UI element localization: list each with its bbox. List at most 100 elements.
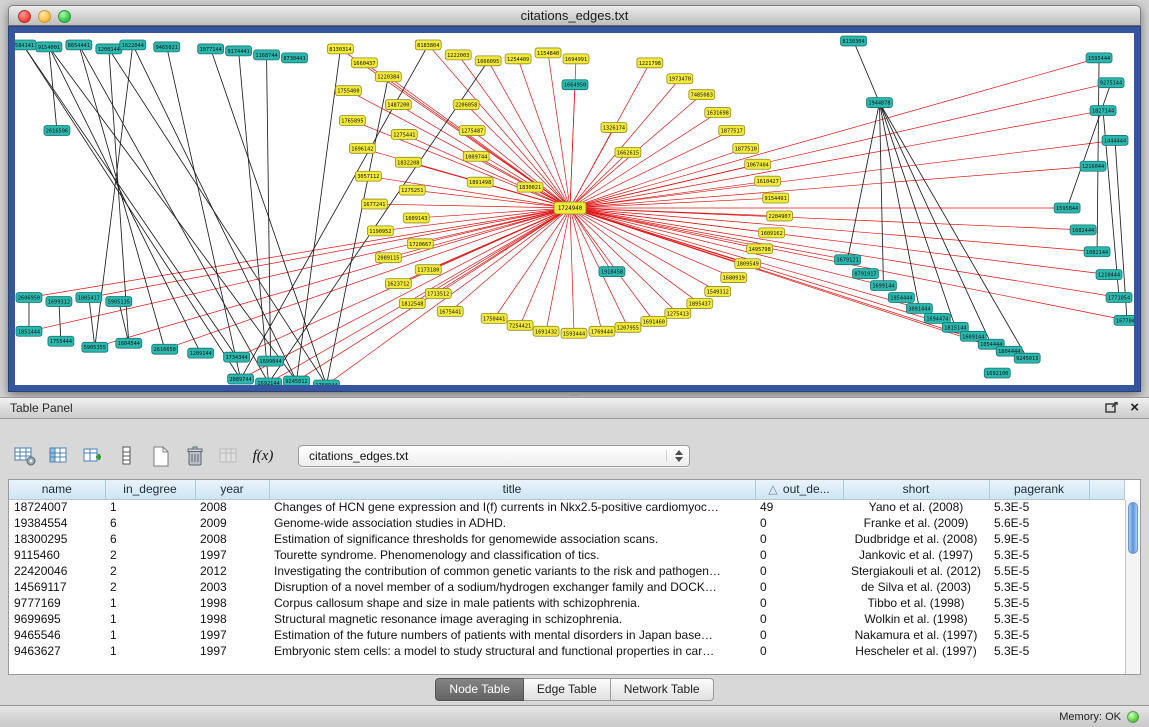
- graph-node[interactable]: 1682444: [1070, 225, 1096, 235]
- graph-node[interactable]: 2204907: [767, 211, 793, 221]
- tab-edge-table[interactable]: Edge Table: [523, 678, 611, 701]
- graph-node[interactable]: 1765895: [339, 116, 365, 126]
- graph-node[interactable]: 1696142: [349, 143, 375, 153]
- graph-node[interactable]: 1082144: [1084, 247, 1110, 257]
- graph-node[interactable]: 1677241: [361, 199, 387, 209]
- graph-node[interactable]: 1755444: [48, 336, 74, 346]
- graph-node[interactable]: 1666095: [475, 56, 501, 66]
- graph-node[interactable]: 8130314: [327, 44, 353, 54]
- graph-node[interactable]: 1877517: [719, 125, 745, 135]
- graph-node[interactable]: 9465021: [154, 42, 180, 52]
- graph-node[interactable]: 1275441: [391, 129, 417, 139]
- graph-node[interactable]: 2616650: [152, 344, 178, 354]
- graph-node[interactable]: 1720667: [407, 239, 433, 249]
- graph-node[interactable]: 1734344: [224, 352, 250, 362]
- graph-node[interactable]: 5905135: [106, 297, 132, 307]
- zoom-window-button[interactable]: [58, 10, 71, 23]
- graph-node[interactable]: 1691432: [533, 326, 559, 336]
- graph-node[interactable]: 1679121: [835, 255, 861, 265]
- table-vertical-scrollbar[interactable]: [1125, 500, 1140, 674]
- graph-node[interactable]: 1675441: [437, 306, 463, 316]
- graph-node[interactable]: 1854444: [888, 293, 914, 303]
- graph-node[interactable]: 1604544: [116, 338, 142, 348]
- graph-node[interactable]: 1944878: [866, 98, 892, 108]
- graph-node[interactable]: 9245012: [284, 376, 310, 385]
- graph-node[interactable]: 1973470: [667, 74, 693, 84]
- float-panel-icon[interactable]: [1105, 402, 1118, 414]
- table-row[interactable]: 1456911722003Disruption of a novel membe…: [9, 579, 1125, 595]
- graph-node[interactable]: 1755400: [335, 86, 361, 96]
- graph-node[interactable]: 2089115: [375, 253, 401, 263]
- graph-node[interactable]: 1220384: [375, 72, 401, 82]
- graph-node[interactable]: 1444444: [1102, 135, 1128, 145]
- graph-node[interactable]: 1694991: [563, 54, 589, 64]
- graph-node[interactable]: 1221798: [637, 58, 663, 68]
- graph-node[interactable]: 1623712: [385, 279, 411, 289]
- graph-node[interactable]: 3091444: [906, 303, 932, 313]
- column-header-name[interactable]: name: [9, 480, 105, 499]
- graph-node[interactable]: 1209144: [188, 348, 214, 358]
- graph-node[interactable]: 1207955: [615, 322, 641, 332]
- graph-node[interactable]: 1660437: [351, 58, 377, 68]
- graph-node[interactable]: 2089744: [228, 374, 254, 384]
- graph-node[interactable]: 9245013: [1014, 353, 1040, 363]
- graph-node[interactable]: 1495798: [747, 244, 773, 254]
- delete-table-icon[interactable]: [182, 443, 208, 469]
- graph-node[interactable]: 1815144: [942, 322, 968, 332]
- graph-node[interactable]: 8730441: [282, 53, 308, 63]
- table-row[interactable]: 1938455462009Genome-wide association stu…: [9, 515, 1125, 531]
- graph-node[interactable]: 1680919: [721, 273, 747, 283]
- graph-node[interactable]: 9275144: [1098, 78, 1124, 88]
- graph-node[interactable]: 1664950: [562, 80, 588, 90]
- graph-node[interactable]: 1275251: [399, 185, 425, 195]
- graph-node[interactable]: 1622044: [120, 40, 146, 50]
- graph-node[interactable]: 1067404: [745, 159, 771, 169]
- minimize-window-button[interactable]: [38, 10, 51, 23]
- graph-node[interactable]: 1851444: [16, 326, 42, 336]
- graph-node[interactable]: 1610427: [755, 176, 781, 186]
- graph-node[interactable]: 8654441: [66, 40, 92, 50]
- graph-node[interactable]: 1830021: [517, 182, 543, 192]
- table-row[interactable]: 1872400712008Changes of HCN gene express…: [9, 499, 1125, 515]
- graph-node[interactable]: 1595844: [1054, 203, 1080, 213]
- graph-node[interactable]: 1077144: [198, 44, 224, 54]
- graph-node[interactable]: 1677044: [1114, 315, 1134, 325]
- graph-node[interactable]: 1827144: [1090, 106, 1116, 116]
- graph-node[interactable]: 1699312: [46, 297, 72, 307]
- column-header-out-de[interactable]: △ out_de...: [755, 480, 843, 499]
- graph-node[interactable]: 9154491: [763, 193, 789, 203]
- table-row[interactable]: 946554611997Estimation of the future num…: [9, 627, 1125, 643]
- column-header-pagerank[interactable]: pagerank: [989, 480, 1089, 499]
- graph-node[interactable]: 1895437: [687, 298, 713, 308]
- graph-node[interactable]: 1326174: [601, 122, 627, 132]
- table-row[interactable]: 969969511998Structural magnetic resonanc…: [9, 611, 1125, 627]
- row-tools-icon[interactable]: [114, 443, 140, 469]
- graph-node[interactable]: 1275487: [459, 125, 485, 135]
- graph-node[interactable]: 8791917: [853, 269, 879, 279]
- graph-node[interactable]: 1662615: [615, 147, 641, 157]
- graph-node[interactable]: 2616506: [44, 125, 70, 135]
- table-row[interactable]: 977716911998Corpus callosum shape and si…: [9, 595, 1125, 611]
- graph-node[interactable]: 1692100: [984, 368, 1010, 378]
- graph-node[interactable]: 1713512: [425, 289, 451, 299]
- graph-node[interactable]: 1699144: [870, 281, 896, 291]
- table-row[interactable]: 946362711997Embryonic stem cells: a mode…: [9, 643, 1125, 659]
- graph-node[interactable]: 1487200: [385, 100, 411, 110]
- graph-node[interactable]: 1769444: [589, 326, 615, 336]
- graph-node[interactable]: 1200144: [96, 44, 122, 54]
- graph-node[interactable]: 1891498: [467, 177, 493, 187]
- graph-node[interactable]: 9154001: [36, 42, 62, 52]
- column-header-title[interactable]: title: [269, 480, 755, 499]
- graph-node[interactable]: 8183804: [415, 40, 441, 50]
- graph-node[interactable]: 9174441: [226, 46, 252, 56]
- graph-node[interactable]: 1809549: [735, 259, 761, 269]
- table-selector-dropdown[interactable]: citations_edges.txt: [298, 445, 690, 467]
- graph-node[interactable]: 1805417: [76, 293, 102, 303]
- graph-node[interactable]: 1549312: [705, 287, 731, 297]
- graph-node[interactable]: 3057112: [355, 171, 381, 181]
- graph-node[interactable]: 1609143: [403, 213, 429, 223]
- import-table-icon[interactable]: [80, 443, 106, 469]
- graph-node[interactable]: 1631698: [705, 108, 731, 118]
- graph-node[interactable]: 1009744: [463, 151, 489, 161]
- graph-node[interactable]: 1275413: [665, 308, 691, 318]
